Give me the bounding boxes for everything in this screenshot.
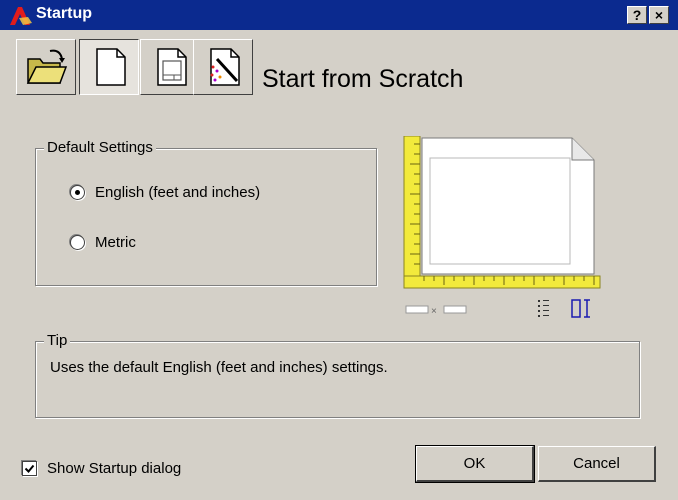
measure-height-icon [571,299,590,318]
show-startup-checkbox[interactable] [22,461,37,476]
template-page-icon [157,48,187,86]
wizard-page-icon [210,48,240,86]
show-startup-checkbox-row[interactable]: Show Startup dialog [22,460,181,477]
vertical-ruler [403,136,421,283]
use-wizard-button[interactable] [193,39,253,95]
ok-button[interactable]: OK [415,445,535,483]
height-box [443,305,467,314]
dimension-times: × [431,306,437,317]
use-template-button[interactable] [140,39,200,95]
horizontal-ruler [403,275,601,289]
checkmark-icon [24,464,35,473]
blank-page-icon [96,48,126,86]
show-startup-label: Show Startup dialog [47,460,182,477]
default-settings-group [35,148,377,286]
open-drawing-button[interactable] [16,39,76,95]
open-folder-icon [26,49,68,84]
title-bar[interactable]: Startup ? × [0,0,678,30]
start-from-scratch-button[interactable] [79,39,139,95]
radio-english[interactable]: English (feet and inches) [70,184,260,201]
list-units-icon [538,300,549,317]
radio-english-button[interactable] [70,185,85,200]
autocad-app-icon [10,7,32,25]
drawing-preview: × [403,136,601,318]
help-button[interactable]: ? [627,6,647,24]
radio-metric-button[interactable] [70,235,85,250]
default-settings-legend: Default Settings [44,139,156,157]
tip-group [35,341,640,418]
radio-english-label: English (feet and inches) [95,184,261,201]
page-heading: Start from Scratch [262,65,464,93]
tip-text: Uses the default English (feet and inche… [50,359,388,376]
radio-metric-label: Metric [95,234,136,251]
close-button[interactable]: × [649,6,669,24]
radio-metric[interactable]: Metric [70,234,136,251]
cancel-button[interactable]: Cancel [538,446,656,482]
tip-legend: Tip [44,332,71,350]
window-title: Startup [36,5,92,22]
width-box [405,305,429,314]
